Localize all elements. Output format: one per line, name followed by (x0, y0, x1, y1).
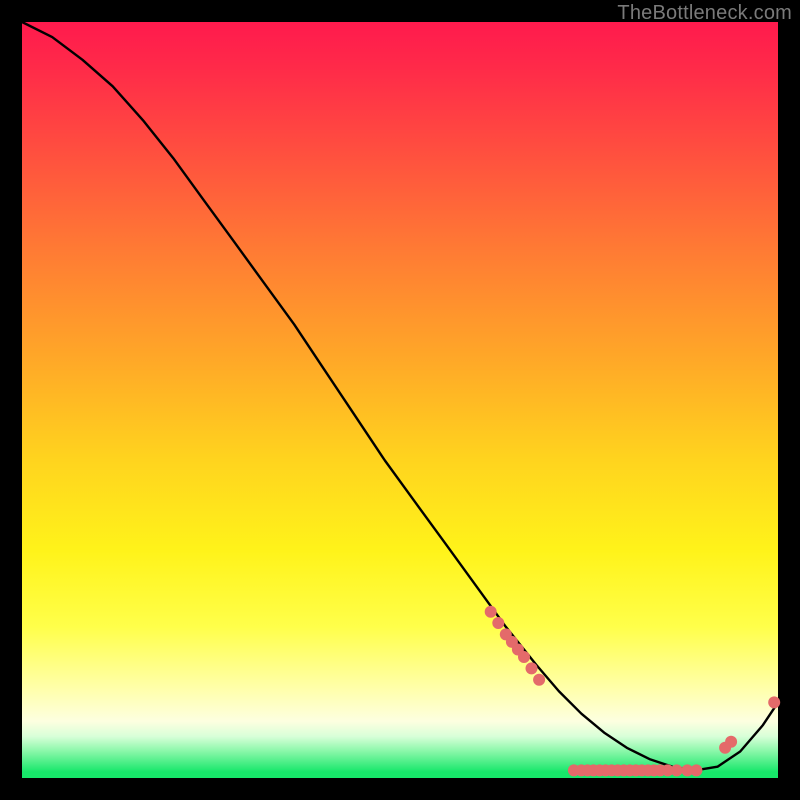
plot-area (22, 22, 778, 778)
data-point (526, 662, 538, 674)
data-point (518, 651, 530, 663)
data-point (690, 764, 702, 776)
chart-stage: TheBottleneck.com (0, 0, 800, 800)
bottleneck-curve-path (22, 22, 778, 770)
data-point (533, 674, 545, 686)
data-point (492, 617, 504, 629)
data-point (671, 764, 683, 776)
curve-layer (22, 22, 778, 778)
data-point (725, 736, 737, 748)
data-point (485, 606, 497, 618)
data-point (768, 696, 780, 708)
